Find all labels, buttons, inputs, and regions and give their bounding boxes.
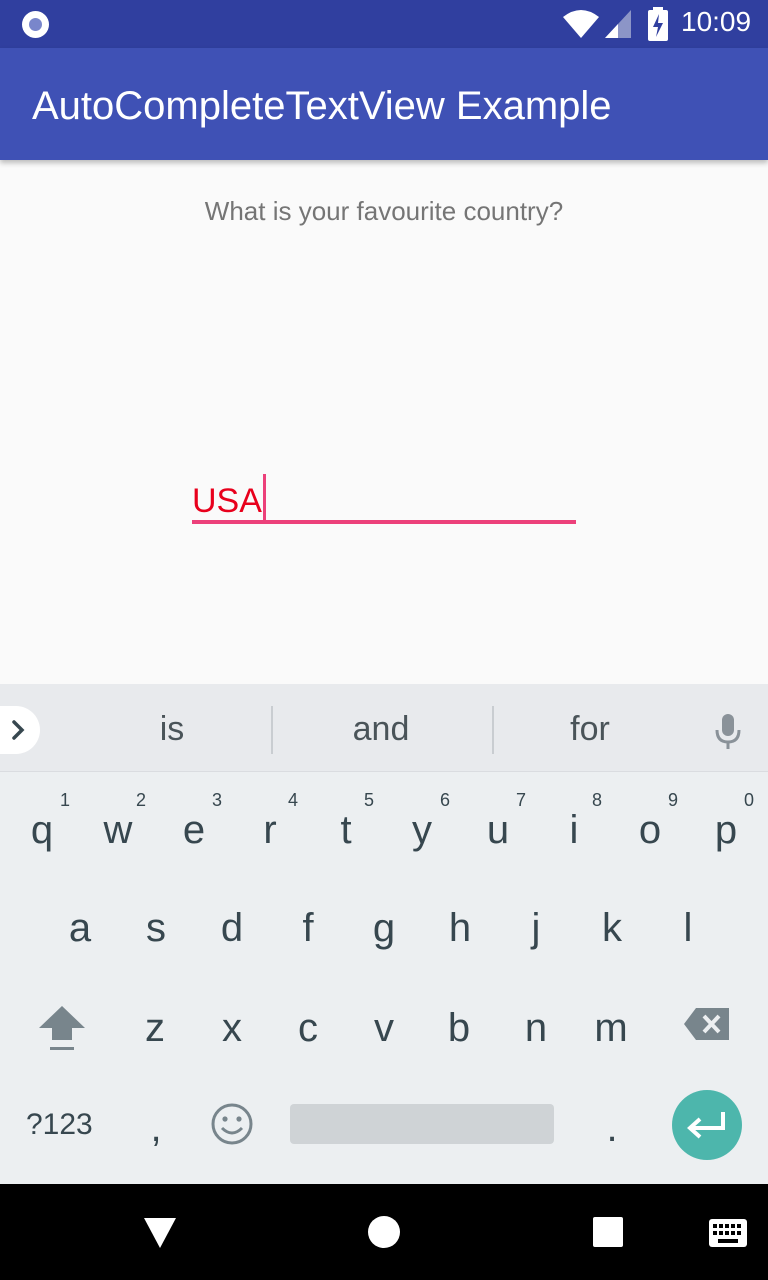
enter-icon: [687, 1112, 725, 1139]
key-y[interactable]: 6y: [384, 782, 460, 878]
key-c[interactable]: c: [270, 980, 346, 1076]
key-h[interactable]: h: [422, 880, 498, 976]
input-text-container[interactable]: USA: [192, 474, 266, 522]
microphone-icon[interactable]: [712, 712, 744, 752]
status-bar: 10:09: [0, 0, 768, 48]
key-w[interactable]: 2w: [80, 782, 156, 878]
key-a[interactable]: a: [42, 880, 118, 976]
backspace-icon: [684, 1008, 729, 1040]
input-value: USA: [192, 482, 262, 520]
key-s[interactable]: s: [118, 880, 194, 976]
suggestion-1[interactable]: is: [82, 710, 262, 749]
keyboard-icon[interactable]: [708, 1218, 748, 1248]
key-z[interactable]: z: [117, 980, 193, 1076]
key-t[interactable]: 5t: [308, 782, 384, 878]
recents-icon[interactable]: [592, 1216, 624, 1248]
chevron-right-icon: [12, 720, 25, 740]
period-key[interactable]: .: [574, 1080, 650, 1176]
question-label: What is your favourite country?: [204, 196, 564, 226]
suggestion-expand-button[interactable]: [0, 706, 40, 754]
key-m[interactable]: m: [573, 980, 649, 1076]
key-o[interactable]: 9o: [612, 782, 688, 878]
battery-charging-icon: [648, 7, 668, 41]
key-l[interactable]: l: [650, 880, 726, 976]
key-i[interactable]: 8i: [536, 782, 612, 878]
key-f[interactable]: f: [270, 880, 346, 976]
key-e[interactable]: 3e: [156, 782, 232, 878]
back-icon[interactable]: [142, 1216, 178, 1250]
navigation-bar: [0, 1184, 768, 1280]
symbols-key[interactable]: ?123: [26, 1108, 93, 1142]
key-p[interactable]: 0p: [688, 782, 764, 878]
suggestion-divider: [271, 706, 273, 754]
input-underline: [192, 520, 576, 524]
signal-icon: [605, 10, 631, 38]
key-j[interactable]: j: [498, 880, 574, 976]
soft-keyboard: is and for 1q 2w 3e 4r 5t 6y 7u 8i 9o 0p…: [0, 684, 768, 1184]
key-r[interactable]: 4r: [232, 782, 308, 878]
key-b[interactable]: b: [421, 980, 497, 1076]
suggestion-2[interactable]: and: [291, 710, 471, 749]
key-q[interactable]: 1q: [4, 782, 80, 878]
backspace-key[interactable]: [672, 980, 752, 1076]
app-notification-icon: [22, 11, 49, 38]
emoji-key[interactable]: [194, 1080, 270, 1176]
text-cursor: [262, 474, 266, 522]
emoji-icon: [211, 1103, 253, 1145]
wifi-icon: [563, 10, 599, 38]
country-autocomplete-input[interactable]: USA: [192, 468, 576, 524]
key-k[interactable]: k: [574, 880, 650, 976]
shift-key[interactable]: [22, 980, 102, 1076]
page-title: AutoCompleteTextView Example: [32, 84, 612, 128]
spacebar[interactable]: [290, 1104, 554, 1144]
comma-key[interactable]: ,: [118, 1080, 194, 1176]
app-bar: AutoCompleteTextView Example: [0, 48, 768, 160]
key-n[interactable]: n: [498, 980, 574, 1076]
suggestion-divider: [492, 706, 494, 754]
key-u[interactable]: 7u: [460, 782, 536, 878]
key-x[interactable]: x: [194, 980, 270, 1076]
enter-key[interactable]: [672, 1090, 742, 1160]
shift-icon: [39, 1006, 85, 1050]
key-g[interactable]: g: [346, 880, 422, 976]
suggestion-3[interactable]: for: [500, 710, 680, 749]
suggestion-strip: is and for: [0, 684, 768, 772]
home-icon[interactable]: [366, 1214, 402, 1250]
status-time: 10:09: [681, 6, 752, 37]
key-d[interactable]: d: [194, 880, 270, 976]
key-v[interactable]: v: [346, 980, 422, 1076]
